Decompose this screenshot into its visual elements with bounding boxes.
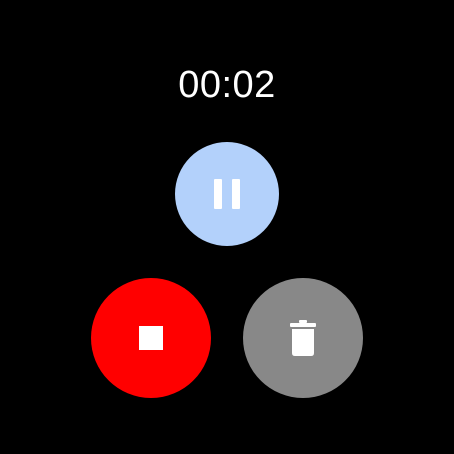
pause-icon [214, 179, 240, 209]
pause-button[interactable] [175, 142, 279, 246]
delete-button[interactable] [243, 278, 363, 398]
pause-bar-left [214, 179, 222, 209]
recorder-screen: 00:02 [0, 0, 454, 454]
pause-bar-right [232, 179, 240, 209]
stop-button[interactable] [91, 278, 211, 398]
elapsed-time: 00:02 [178, 64, 276, 106]
stop-icon [139, 326, 163, 350]
trash-icon [290, 320, 316, 356]
